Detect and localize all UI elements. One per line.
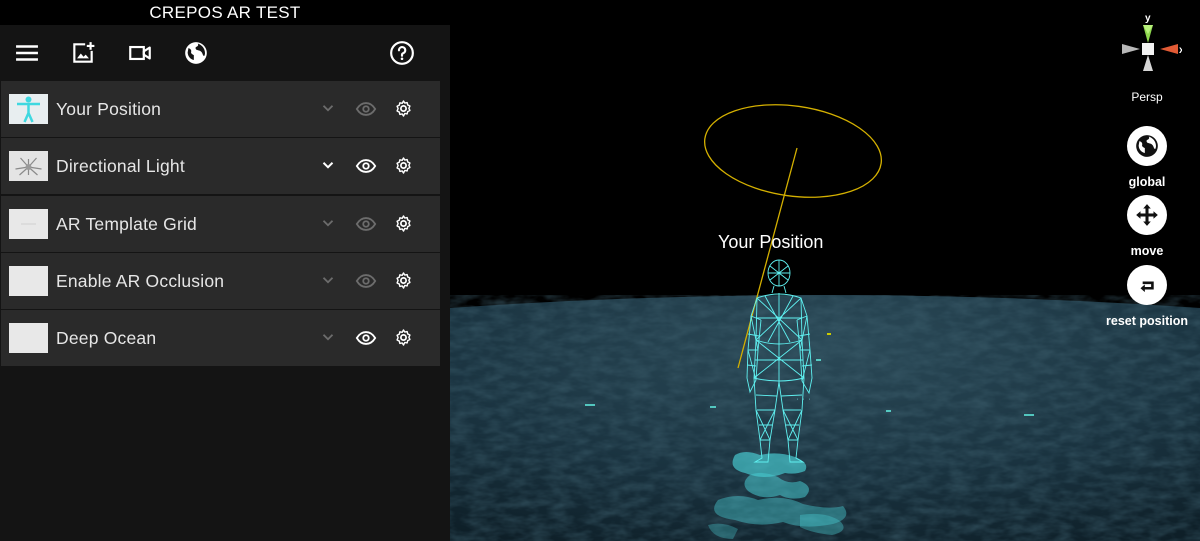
- gear-icon: [396, 100, 411, 117]
- scene-canvas[interactable]: [450, 0, 1200, 541]
- global-control: global: [1097, 126, 1197, 189]
- settings-button[interactable]: [394, 214, 413, 233]
- expand-button[interactable]: [319, 271, 337, 289]
- visibility-toggle[interactable]: [355, 98, 377, 120]
- app-title: CREPOS AR TEST: [149, 3, 301, 22]
- layer-thumbnail: [9, 94, 48, 124]
- grid-icon: [9, 208, 48, 239]
- eye-icon: [355, 216, 377, 231]
- title-bar: CREPOS AR TEST: [0, 0, 450, 25]
- help-circle-icon: [390, 41, 414, 65]
- toolbar: [0, 25, 450, 81]
- layer-row-deep-ocean[interactable]: Deep Ocean: [1, 310, 440, 366]
- gear-icon: [396, 272, 411, 289]
- chevron-down-icon: [322, 276, 334, 284]
- chevron-down-icon: [322, 334, 334, 341]
- video-button[interactable]: [125, 38, 155, 68]
- visibility-toggle[interactable]: [355, 213, 377, 235]
- eye-icon: [355, 102, 377, 116]
- globe-icon: [1136, 135, 1158, 157]
- layer-thumbnail: [9, 323, 48, 353]
- chevron-down-icon: [322, 162, 334, 169]
- object-label: Your Position: [718, 232, 824, 252]
- add-image-icon: [73, 42, 95, 63]
- axis-label-y: y: [1145, 13, 1151, 24]
- visibility-toggle[interactable]: [355, 155, 377, 177]
- person-figure-icon: [9, 94, 48, 124]
- layer-row-your-position[interactable]: Your Position: [1, 81, 440, 137]
- settings-button[interactable]: [394, 99, 413, 118]
- global-button[interactable]: [1127, 126, 1167, 166]
- layer-panel: CREPOS AR TEST Your Position Directional…: [0, 0, 450, 541]
- orientation-gizmo[interactable]: y x: [1118, 12, 1185, 82]
- help-button[interactable]: [387, 38, 417, 68]
- menu-button[interactable]: [12, 38, 42, 68]
- layer-row-ar-template-grid[interactable]: AR Template Grid: [1, 195, 440, 252]
- expand-button[interactable]: [319, 214, 337, 232]
- 3d-viewport[interactable]: Your Position · · ·: [450, 0, 1200, 541]
- chevron-down-icon: [322, 105, 334, 112]
- global-label: global: [1128, 175, 1166, 189]
- add-image-button[interactable]: [68, 38, 98, 68]
- chevron-down-icon: [322, 219, 334, 227]
- settings-button[interactable]: [394, 328, 413, 347]
- grid-marker-label: · · ·: [796, 397, 812, 403]
- layer-name: Enable AR Occlusion: [56, 270, 225, 291]
- layer-row-directional-light[interactable]: Directional Light: [1, 138, 440, 195]
- hamburger-menu-icon: [16, 45, 38, 61]
- reset-control: reset position: [1097, 265, 1197, 328]
- axis-gizmo-icon: y x: [1122, 13, 1185, 71]
- layer-name: Directional Light: [56, 156, 185, 177]
- eye-icon: [355, 273, 377, 288]
- reset-position-label: reset position: [1106, 314, 1188, 328]
- move-label: move: [1130, 244, 1164, 258]
- layer-name: AR Template Grid: [56, 213, 197, 234]
- globe-button[interactable]: [181, 38, 211, 68]
- camera-mode-label[interactable]: Persp: [1118, 90, 1176, 104]
- eye-icon: [355, 159, 377, 174]
- gear-icon: [396, 329, 411, 346]
- layer-name: Deep Ocean: [56, 328, 157, 348]
- settings-button[interactable]: [394, 156, 413, 175]
- gear-icon: [396, 157, 411, 174]
- settings-button[interactable]: [394, 271, 413, 290]
- light-ring: [703, 104, 883, 198]
- light-rays-icon: [9, 151, 48, 182]
- axis-label-x: x: [1179, 45, 1182, 56]
- visibility-toggle[interactable]: [355, 270, 377, 292]
- visibility-toggle[interactable]: [355, 327, 377, 349]
- layer-list: Your Position Directional Light AR Templ…: [1, 81, 440, 367]
- eye-icon: [355, 331, 377, 345]
- globe-icon: [185, 42, 207, 64]
- move-arrows-icon: [1136, 204, 1158, 226]
- layer-thumbnail: [9, 208, 48, 239]
- move-button[interactable]: [1127, 195, 1167, 235]
- video-camera-icon: [129, 45, 151, 61]
- move-control: move: [1097, 195, 1197, 258]
- expand-button[interactable]: [319, 99, 337, 117]
- layer-thumbnail: [9, 151, 48, 182]
- reset-position-button[interactable]: [1127, 265, 1167, 305]
- expand-button[interactable]: [319, 156, 337, 174]
- return-arrow-icon: [1140, 281, 1154, 293]
- expand-button[interactable]: [319, 328, 337, 346]
- gear-icon: [396, 214, 411, 232]
- layer-thumbnail: [9, 265, 48, 296]
- layer-row-enable-ar-occlusion[interactable]: Enable AR Occlusion: [1, 252, 440, 309]
- layer-name: Your Position: [56, 99, 162, 119]
